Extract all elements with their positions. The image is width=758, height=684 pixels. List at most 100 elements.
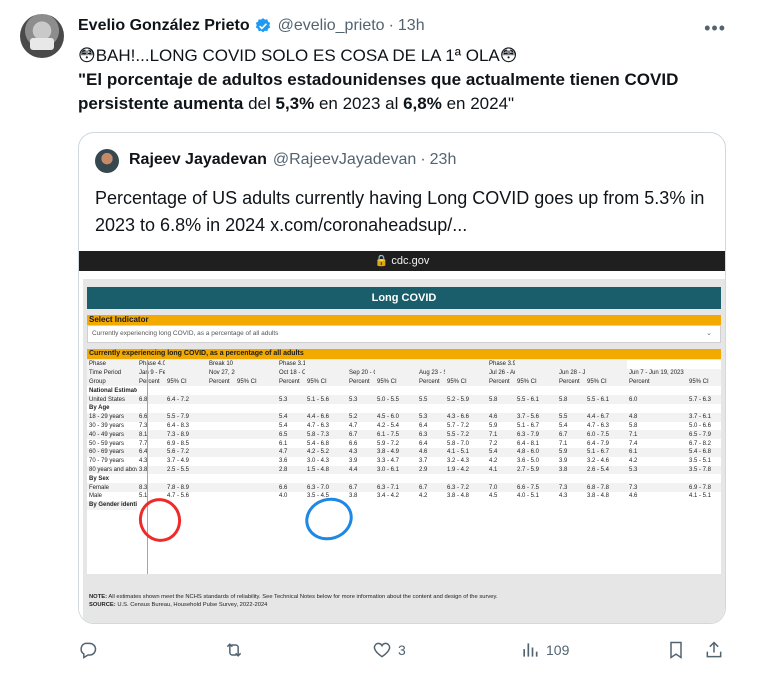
table-cell: 5.5 - 6.1 [585,395,627,404]
table-cell: 3.0 - 4.3 [307,458,330,465]
row-label: By Gender identity [87,500,137,510]
table-cell: 7.0 [487,483,515,492]
table-cell: 95% CI [445,377,487,387]
table-row: 18 - 29 years 6.6 5.5 - 7.9 5.4 4.4 - 6.6 5.2… [87,412,721,422]
table-cell [375,368,417,378]
table-cell: 7.4 [629,440,638,447]
select-indicator-label: Select Indicator [87,315,721,325]
table-cell: 6.4 - 8.3 [167,422,190,429]
table-cell: 3.2 - 4.3 [447,458,470,465]
table-cell: 95% CI [235,377,277,387]
table-cell: Percent [417,377,445,387]
table-cell: 6.8 - 7.8 [585,483,627,492]
table-cell: Break 10 [207,360,235,369]
table-cell: 5.4 - 6.8 [307,440,330,447]
quoted-tweet-time[interactable]: 23h [430,151,457,169]
table-cell [235,457,277,466]
quoted-author-avatar[interactable] [95,149,119,173]
table-cell [235,483,277,492]
tweet-time[interactable]: 13h [398,17,425,35]
table-cell: 5.1 - 6.7 [517,422,540,429]
table-cell: 5.8 - 7.0 [447,440,470,447]
table-cell: 5.5 - 6.1 [515,395,557,404]
table-row: United States 6.8 6.4 - 7.2 5.3 5.1 - 5.6 5.3… [87,395,721,404]
table-cell: 4.2 - 5.2 [305,447,347,457]
retweet-button[interactable] [224,640,250,660]
table-cell: 3.8 [557,465,585,475]
table-cell: 6.0 [627,395,687,404]
table-cell: 6.9 - 7.8 [687,483,721,492]
row-label: United States [87,395,137,404]
phase-header-row: PhasePhase 4.0 Break 10 Phase 3.10 Phase 3.… [87,360,721,369]
table-cell: 5.8 [557,395,585,404]
tweet-value-2023: 5,3% [275,94,315,113]
table-cell [445,368,487,378]
table-cell: 7.2 [489,440,498,447]
row-label: National Estimate [89,387,137,394]
table-cell: 7.3 - 8.9 [165,430,207,440]
table-cell: 2.7 - 5.9 [515,465,557,475]
note-text: All estimates shown meet the NCHS standa… [107,594,498,600]
views-button[interactable]: 109 [520,640,569,660]
author-avatar[interactable] [20,14,64,58]
table-cell: Percent [137,377,165,387]
table-cell: 4.6 [629,493,638,500]
table-cell: 2.5 - 5.5 [165,465,207,475]
table-cell: 7.1 [487,430,515,440]
row-label: Female [87,483,137,492]
table-cell: 5.9 [489,422,498,429]
author-name[interactable]: Evelio González Prieto [78,17,250,35]
source-text: U.S. Census Bureau, Household Pulse Surv… [115,602,268,608]
verified-badge-icon [254,17,272,35]
table-cell: Jul 26 - Aug 7, 2023 [487,368,515,378]
bookmark-button[interactable] [666,640,686,660]
table-cell: 3.8 - 4.8 [447,493,470,500]
data-table-container: PhasePhase 4.0 Break 10 Phase 3.10 Phase 3.… [87,360,721,574]
table-cell [207,457,235,466]
table-cell: Jun 7 - Jun 19, 2023 [627,368,687,378]
table-cell: 5.9 [557,447,585,457]
attached-screenshot[interactable]: 🔒 cdc.gov Long COVID Select Indicator Cu… [79,251,725,623]
quoted-author-handle[interactable]: @RajeevJayadevan [273,151,416,169]
indicator-dropdown: Currently experiencing long COVID, as a … [87,325,721,343]
table-cell: 4.3 - 6.6 [445,412,487,422]
table-cell [347,360,375,369]
quoted-author-name[interactable]: Rajeev Jayadevan [129,151,267,169]
table-cell: 3.7 - 6.1 [687,412,721,422]
table-cell: 3.0 - 6.1 [375,465,417,475]
table-cell: 6.1 [627,447,687,457]
section-title: Currently experiencing long COVID, as a … [87,349,721,359]
table-section-row: By Sex [87,474,721,483]
table-cell: Percent [347,377,375,387]
table-cell: 6.7 [417,483,445,492]
table-cell: 5.1 - 5.6 [305,395,347,404]
tweet-text-c: en 2024" [441,94,515,113]
reply-button[interactable] [78,640,104,660]
row-label: By Sex [89,475,110,482]
table-cell: 3.8 - 4.9 [375,447,417,457]
row-label: Time Period [87,368,137,378]
table-cell [235,492,277,501]
table-cell: 3.4 - 4.2 [377,493,400,500]
row-label: 50 - 59 years [89,440,125,447]
table-cell: 7.3 [557,483,585,492]
table-cell: 6.7 [347,483,375,492]
more-options-icon[interactable]: ••• [704,18,726,39]
table-cell: 6.0 - 7.5 [585,430,627,440]
table-cell: 4.3 [559,493,568,500]
like-button[interactable]: 3 [372,640,406,660]
table-cell: 4.7 [277,447,305,457]
table-cell: 5.2 - 5.9 [445,395,487,404]
author-handle[interactable]: @evelio_prieto [278,17,385,35]
share-button[interactable] [704,640,724,660]
table-cell: Jan 9 - Feb 5, 2024 [137,368,165,378]
table-cell: Percent [557,377,585,387]
table-cell: 6.1 [279,440,288,447]
table-cell [207,395,235,404]
table-cell: 4.7 - 6.3 [587,422,610,429]
table-cell: 4.4 - 6.7 [585,412,627,422]
row-label: 18 - 29 years [87,412,137,422]
table-row: 40 - 49 years 8.1 7.3 - 8.9 6.5 5.8 - 7.3 6.7… [87,430,721,440]
quoted-tweet[interactable]: Rajeev Jayadevan @RajeevJayadevan · 23h … [78,132,726,624]
tweet-text-a: del [243,94,276,113]
